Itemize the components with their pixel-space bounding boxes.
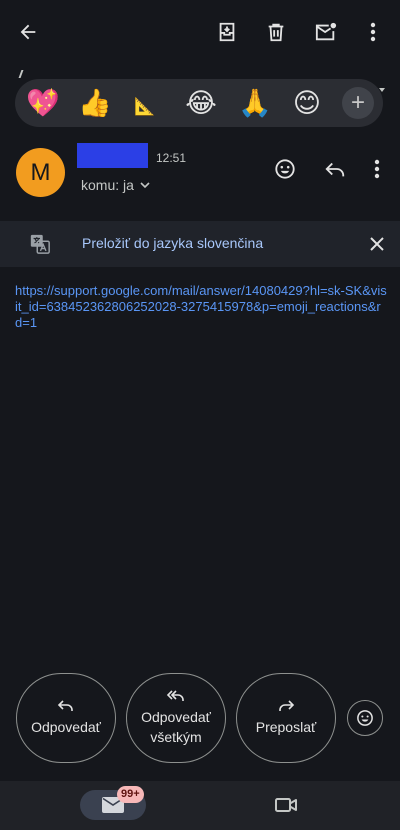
top-app-bar bbox=[0, 0, 400, 64]
reaction-party-popper[interactable]: 📐 bbox=[127, 79, 163, 127]
more-vert-icon bbox=[370, 22, 376, 42]
forward-button[interactable]: Preposlať bbox=[236, 673, 336, 763]
translate-icon bbox=[29, 233, 51, 255]
quick-reaction-button[interactable] bbox=[347, 700, 383, 736]
emoji-smile-icon bbox=[357, 710, 373, 726]
sender-avatar[interactable]: M bbox=[16, 148, 65, 197]
close-icon bbox=[370, 237, 384, 251]
reply-all-label-line2: všetkým bbox=[150, 729, 202, 745]
reply-icon bbox=[57, 700, 73, 711]
more-vert-icon bbox=[374, 159, 380, 179]
reaction-folded-hands[interactable]: 🙏 bbox=[237, 79, 273, 127]
recipient-label: komu: ja bbox=[81, 177, 134, 193]
reaction-smiling-face[interactable]: 😊 bbox=[289, 79, 325, 127]
add-reaction-header-button[interactable] bbox=[270, 154, 300, 184]
reaction-thumbs-up[interactable]: 👍 bbox=[77, 79, 113, 127]
message-body-link[interactable]: https://support.google.com/mail/answer/1… bbox=[15, 283, 387, 331]
translate-close-button[interactable] bbox=[364, 231, 390, 257]
mail-unread-icon bbox=[315, 22, 337, 41]
translate-banner: Preložiť do jazyka slovenčina bbox=[0, 221, 400, 267]
more-options-button[interactable] bbox=[360, 16, 386, 48]
bottom-navigation bbox=[0, 781, 400, 830]
reaction-tears-of-joy[interactable]: 😂 bbox=[183, 79, 219, 127]
archive-button[interactable] bbox=[211, 16, 243, 48]
archive-icon bbox=[219, 22, 235, 42]
add-reaction-button[interactable]: + bbox=[342, 87, 374, 119]
reply-label: Odpovedať bbox=[31, 719, 101, 735]
reply-all-button[interactable]: Odpovedať všetkým bbox=[126, 673, 226, 763]
delete-button[interactable] bbox=[260, 16, 292, 48]
emoji-reaction-picker: 💖 👍 📐 😂 🙏 😊 + bbox=[15, 79, 383, 127]
reaction-sparkling-heart[interactable]: 💖 bbox=[25, 79, 61, 127]
reply-button[interactable]: Odpovedať bbox=[16, 673, 116, 763]
reply-all-label-line1: Odpovedať bbox=[141, 709, 211, 725]
mark-unread-button[interactable] bbox=[309, 16, 343, 48]
forward-label: Preposlať bbox=[255, 719, 317, 735]
nav-meet-tab[interactable] bbox=[270, 792, 302, 818]
unread-count-badge: 99+ bbox=[117, 786, 144, 803]
message-time: 12:51 bbox=[156, 151, 187, 165]
arrow-back-icon bbox=[20, 24, 36, 40]
video-camera-icon bbox=[275, 798, 297, 812]
subject-fragment bbox=[18, 70, 32, 78]
trash-icon bbox=[268, 23, 284, 42]
reply-header-button[interactable] bbox=[320, 154, 350, 184]
emoji-smile-icon bbox=[275, 159, 295, 179]
reply-icon bbox=[325, 162, 345, 177]
forward-icon bbox=[279, 700, 295, 711]
sender-name-redacted bbox=[77, 143, 148, 168]
recipient-details[interactable]: komu: ja bbox=[81, 177, 150, 193]
chevron-down-icon bbox=[140, 181, 150, 188]
translate-link[interactable]: Preložiť do jazyka slovenčina bbox=[82, 235, 263, 251]
message-more-button[interactable] bbox=[364, 154, 390, 184]
back-button[interactable] bbox=[12, 16, 44, 48]
reply-all-icon bbox=[166, 690, 184, 701]
